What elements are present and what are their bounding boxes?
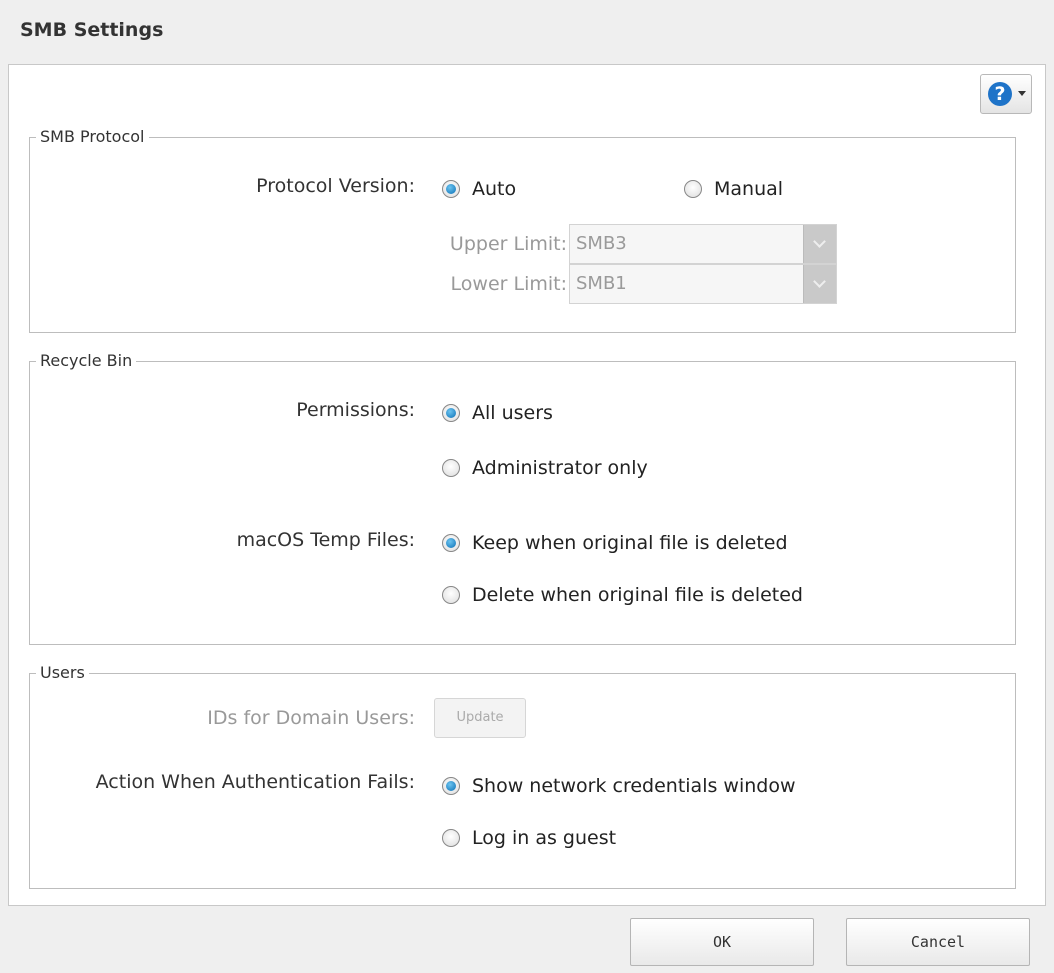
radio-admin-only-label: Administrator only: [472, 457, 648, 479]
smb-settings-dialog: SMB Settings ? SMB Protocol Protocol Ver…: [0, 0, 1054, 973]
radio-keep-temp[interactable]: Keep when original file is deleted: [442, 531, 788, 555]
smb-protocol-legend: SMB Protocol: [36, 127, 149, 147]
radio-show-credentials-indicator: [442, 777, 460, 795]
radio-guest-login[interactable]: Log in as guest: [442, 826, 616, 850]
macos-temp-files-label: macOS Temp Files:: [236, 529, 415, 551]
radio-manual-label: Manual: [714, 178, 784, 200]
radio-auto-indicator: [442, 180, 460, 198]
radio-all-users-label: All users: [472, 402, 553, 424]
radio-all-users-indicator: [442, 404, 460, 422]
upper-limit-select[interactable]: SMB3: [569, 224, 837, 264]
permissions-label: Permissions:: [296, 399, 415, 421]
radio-guest-login-indicator: [442, 829, 460, 847]
radio-manual[interactable]: Manual: [684, 177, 783, 201]
radio-keep-temp-label: Keep when original file is deleted: [472, 532, 788, 554]
lower-limit-select[interactable]: SMB1: [569, 264, 837, 304]
upper-limit-value: SMB3: [576, 233, 627, 254]
radio-show-credentials[interactable]: Show network credentials window: [442, 774, 796, 798]
radio-keep-temp-indicator: [442, 534, 460, 552]
radio-auto[interactable]: Auto: [442, 177, 516, 201]
upper-limit-label: Upper Limit:: [449, 233, 567, 255]
update-button[interactable]: Update: [434, 698, 526, 738]
radio-admin-only-indicator: [442, 459, 460, 477]
radio-auto-label: Auto: [472, 178, 517, 200]
dialog-title: SMB Settings: [20, 19, 164, 41]
radio-admin-only[interactable]: Administrator only: [442, 456, 648, 480]
recycle-bin-group: Recycle Bin Permissions: All users Admin…: [29, 351, 1016, 645]
help-button[interactable]: ?: [980, 74, 1032, 114]
radio-show-credentials-label: Show network credentials window: [472, 775, 796, 797]
chevron-down-icon: [803, 225, 836, 263]
dialog-content: ? SMB Protocol Protocol Version: Auto Ma…: [8, 64, 1046, 906]
ok-button[interactable]: OK: [630, 918, 814, 966]
cancel-button[interactable]: Cancel: [846, 918, 1030, 966]
users-group: Users IDs for Domain Users: Update Actio…: [29, 663, 1016, 889]
auth-fail-label: Action When Authentication Fails:: [95, 771, 415, 793]
radio-manual-indicator: [684, 180, 702, 198]
lower-limit-value: SMB1: [576, 273, 627, 294]
radio-delete-temp-label: Delete when original file is deleted: [472, 584, 803, 606]
dialog-titlebar: SMB Settings: [0, 0, 1054, 64]
caret-down-icon: [1018, 91, 1026, 96]
lower-limit-label: Lower Limit:: [450, 273, 567, 295]
radio-all-users[interactable]: All users: [442, 401, 553, 425]
question-mark-icon: ?: [988, 82, 1012, 106]
smb-protocol-group: SMB Protocol Protocol Version: Auto Manu…: [29, 127, 1016, 333]
users-legend: Users: [36, 663, 89, 683]
domain-ids-label: IDs for Domain Users:: [207, 707, 415, 729]
protocol-version-label: Protocol Version:: [256, 175, 415, 197]
radio-guest-login-label: Log in as guest: [472, 827, 617, 849]
recycle-bin-legend: Recycle Bin: [36, 351, 137, 371]
radio-delete-temp-indicator: [442, 586, 460, 604]
chevron-down-icon: [803, 265, 836, 303]
radio-delete-temp[interactable]: Delete when original file is deleted: [442, 583, 803, 607]
